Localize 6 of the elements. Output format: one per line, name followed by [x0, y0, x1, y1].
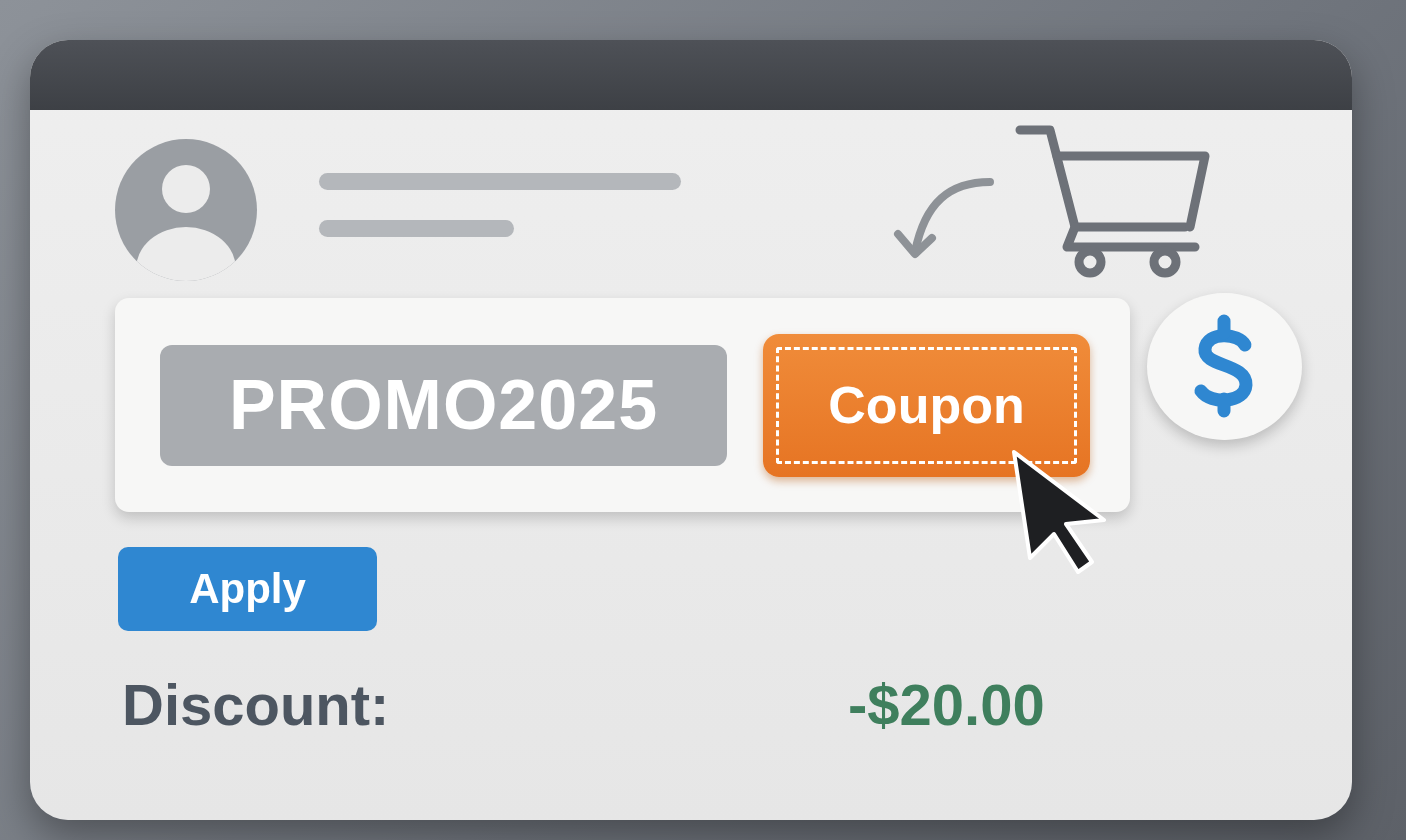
- discount-label: Discount:: [122, 671, 390, 738]
- avatar-icon: [115, 139, 257, 281]
- discount-amount: -$20.00: [848, 671, 1045, 738]
- apply-button[interactable]: Apply: [118, 547, 377, 631]
- coupon-button[interactable]: Coupon: [763, 333, 1090, 477]
- promo-code-field[interactable]: PROMO2025: [160, 344, 727, 466]
